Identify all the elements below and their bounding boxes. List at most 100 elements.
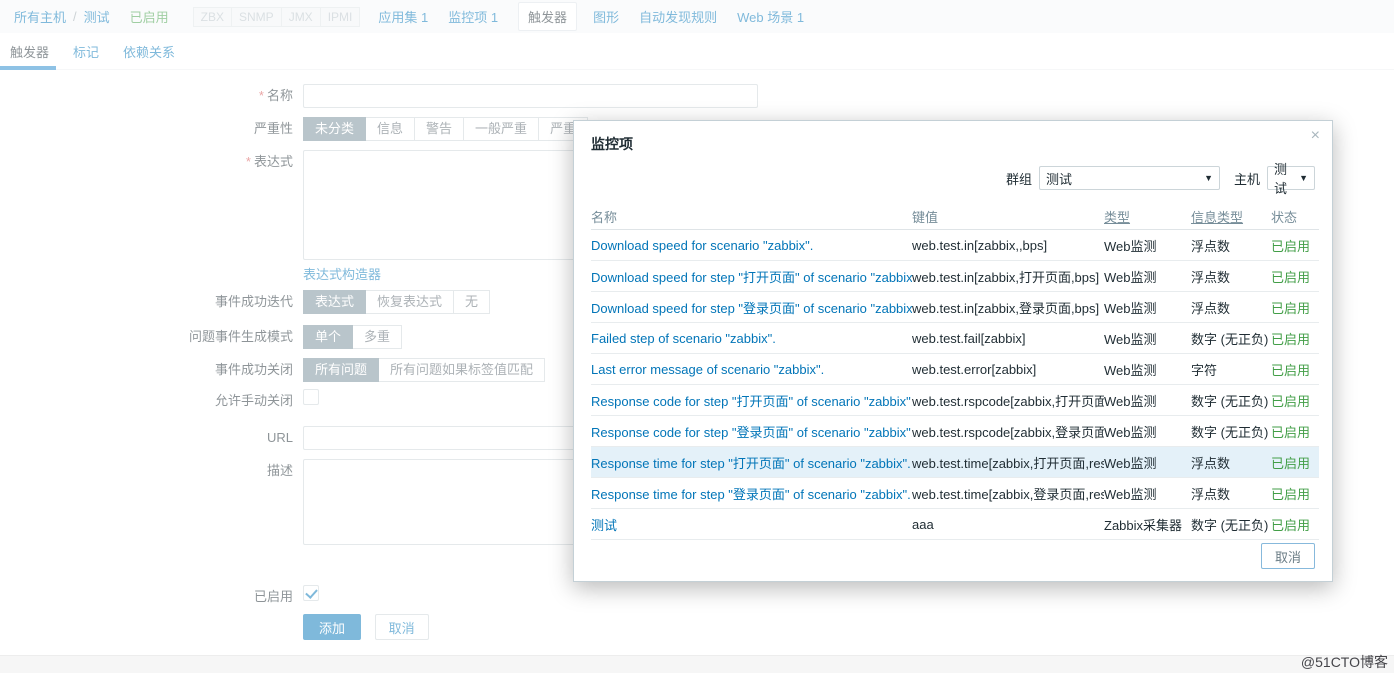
table-row: Failed step of scenario "zabbix".web.tes… (591, 323, 1319, 354)
nav-item[interactable]: Web 场景 1 (737, 7, 804, 26)
item-status-badge[interactable]: 已启用 (1271, 270, 1310, 285)
item-status-badge[interactable]: 已启用 (1271, 332, 1310, 347)
chevron-down-icon: ▼ (1293, 173, 1308, 183)
item-info-type: 浮点数 (1191, 456, 1230, 471)
agent-badge-snmp: SNMP (232, 7, 282, 27)
cancel-button[interactable]: 取消 (375, 614, 429, 640)
ok-event-generation-option[interactable]: 无 (454, 290, 490, 314)
nav-item[interactable]: 自动发现规则 (639, 7, 717, 26)
required-asterisk: * (246, 154, 251, 169)
nav-item[interactable]: 应用集 1 (378, 7, 428, 26)
item-info-type: 浮点数 (1191, 270, 1230, 285)
modal-cancel-button[interactable]: 取消 (1261, 543, 1315, 569)
item-type: Web监测 (1104, 239, 1157, 254)
severity-option[interactable]: 一般严重 (464, 117, 539, 141)
item-type: Web监测 (1104, 456, 1157, 471)
severity-segmented: 未分类信息警告一般严重严重 (303, 117, 588, 141)
enabled-checkbox[interactable] (303, 585, 319, 601)
nav-item[interactable]: 图形 (593, 7, 619, 26)
column-header[interactable]: 信息类型 (1191, 210, 1243, 225)
host-select[interactable]: 测试 ▼ (1267, 166, 1315, 190)
ok-event-closes-segmented: 所有问题所有问题如果标签值匹配 (303, 358, 545, 382)
group-filter-label: 群组 (1006, 169, 1032, 188)
item-info-type: 浮点数 (1191, 301, 1230, 316)
breadcrumb-separator: / (73, 9, 77, 24)
tab[interactable]: 标记 (73, 42, 99, 61)
severity-label: 严重性 (0, 117, 293, 141)
table-row: Response code for step "登录页面" of scenari… (591, 416, 1319, 447)
allow-manual-close-checkbox[interactable] (303, 389, 319, 405)
item-key: web.test.in[zabbix,,bps] (912, 238, 1047, 253)
item-key: web.test.time[zabbix,登录页面,resp] (912, 487, 1104, 502)
item-name-link[interactable]: Download speed for step "登录页面" of scenar… (591, 301, 912, 316)
enabled-row: 已启用 (0, 585, 319, 609)
agent-badge-ipmi: IPMI (321, 7, 361, 27)
item-name-link[interactable]: Response time for step "登录页面" of scenari… (591, 487, 911, 502)
enabled-label: 已启用 (0, 585, 293, 609)
item-type: Web监测 (1104, 487, 1157, 502)
severity-option[interactable]: 未分类 (303, 117, 366, 141)
item-name-link[interactable]: Failed step of scenario "zabbix". (591, 331, 776, 346)
item-status-badge[interactable]: 已启用 (1271, 518, 1310, 533)
chevron-down-icon: ▼ (1198, 173, 1213, 183)
item-key: aaa (912, 517, 934, 532)
table-row: Download speed for scenario "zabbix". web… (591, 230, 1319, 261)
item-status-badge[interactable]: 已启用 (1271, 239, 1310, 254)
item-status-badge[interactable]: 已启用 (1271, 456, 1310, 471)
severity-option[interactable]: 警告 (415, 117, 464, 141)
name-input[interactable] (303, 84, 758, 108)
nav-item[interactable]: 触发器 (518, 2, 577, 31)
url-label: URL (0, 426, 293, 450)
group-select[interactable]: 测试 ▼ (1039, 166, 1220, 190)
item-name-link[interactable]: Response time for step "打开页面" of scenari… (591, 456, 911, 471)
ok-event-generation-option[interactable]: 表达式 (303, 290, 366, 314)
modal-title: 监控项 (591, 134, 633, 154)
ok-event-closes-option[interactable]: 所有问题如果标签值匹配 (379, 358, 545, 382)
item-name-link[interactable]: Response code for step "登录页面" of scenari… (591, 425, 912, 440)
item-name-link[interactable]: Response code for step "打开页面" of scenari… (591, 394, 912, 409)
form-buttons-row: 添加 取消 (0, 614, 429, 640)
tab[interactable]: 依赖关系 (123, 42, 175, 61)
item-info-type: 浮点数 (1191, 487, 1230, 502)
severity-row: 严重性 未分类信息警告一般严重严重 (0, 117, 588, 141)
item-type: Web监测 (1104, 394, 1157, 409)
item-type: Web监测 (1104, 270, 1157, 285)
item-status-badge[interactable]: 已启用 (1271, 394, 1310, 409)
item-info-type: 数字 (无正负) (1191, 518, 1268, 533)
problem-event-mode-option[interactable]: 单个 (303, 325, 353, 349)
expression-constructor-link[interactable]: 表达式构造器 (303, 267, 381, 282)
item-status-badge[interactable]: 已启用 (1271, 363, 1310, 378)
nav-item[interactable]: 监控项 1 (448, 7, 498, 26)
column-header: 键值 (912, 210, 938, 225)
item-key: web.test.in[zabbix,打开页面,bps] (912, 270, 1099, 285)
ok-event-generation-row: 事件成功迭代 表达式恢复表达式无 (0, 290, 490, 314)
breadcrumb-host[interactable]: 测试 (84, 7, 110, 26)
problem-event-mode-option[interactable]: 多重 (353, 325, 402, 349)
allow-manual-close-row: 允许手动关闭 (0, 389, 319, 413)
ok-event-generation-option[interactable]: 恢复表达式 (366, 290, 454, 314)
column-header[interactable]: 类型 (1104, 210, 1130, 225)
item-status-badge[interactable]: 已启用 (1271, 301, 1310, 316)
ok-event-closes-row: 事件成功关闭 所有问题所有问题如果标签值匹配 (0, 358, 545, 382)
item-name-link[interactable]: Download speed for scenario "zabbix". (591, 238, 813, 253)
item-info-type: 浮点数 (1191, 239, 1230, 254)
ok-event-closes-option[interactable]: 所有问题 (303, 358, 379, 382)
column-header: 名称 (591, 210, 617, 225)
item-status-badge[interactable]: 已启用 (1271, 425, 1310, 440)
close-icon[interactable]: × (1311, 127, 1320, 145)
item-info-type: 数字 (无正负) (1191, 332, 1268, 347)
modal-filter-row: 群组 测试 ▼ 主机 测试 ▼ (1006, 166, 1315, 190)
add-button[interactable]: 添加 (303, 614, 361, 640)
severity-option[interactable]: 信息 (366, 117, 415, 141)
tab[interactable]: 触发器 (10, 42, 49, 61)
host-filter-label: 主机 (1234, 169, 1260, 188)
item-name-link[interactable]: Last error message of scenario "zabbix". (591, 362, 824, 377)
problem-event-mode-label: 问题事件生成模式 (0, 325, 293, 349)
breadcrumb-all-hosts[interactable]: 所有主机 (14, 7, 66, 26)
table-row: Response time for step "打开页面" of scenari… (591, 447, 1319, 478)
item-key: web.test.time[zabbix,打开页面,resp] (912, 456, 1104, 471)
item-name-link[interactable]: 测试 (591, 518, 617, 533)
agent-badge-jmx: JMX (282, 7, 321, 27)
item-name-link[interactable]: Download speed for step "打开页面" of scenar… (591, 270, 912, 285)
item-status-badge[interactable]: 已启用 (1271, 487, 1310, 502)
